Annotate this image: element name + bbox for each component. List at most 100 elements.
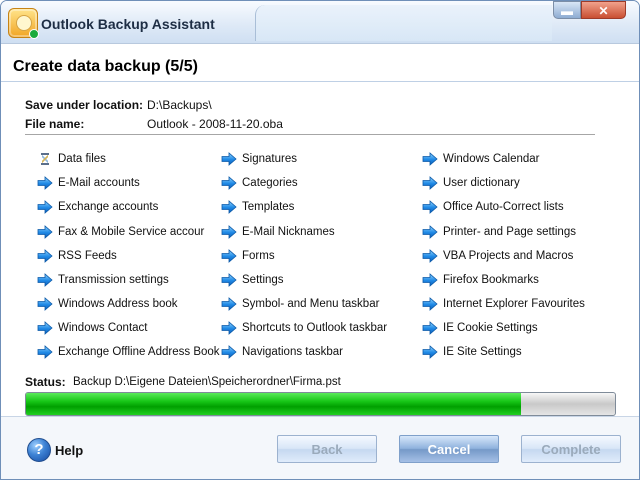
cancel-button[interactable]: Cancel — [399, 435, 499, 463]
backup-item-label: Windows Calendar — [443, 153, 540, 165]
status-label: Status: — [25, 375, 66, 389]
backup-item: IE Cookie Settings — [422, 320, 538, 336]
blue-arrow-icon — [422, 344, 438, 360]
backup-item-label: Exchange Offline Address Book — [58, 346, 220, 358]
backup-item: User dictionary — [422, 175, 520, 191]
backup-item: E-Mail accounts — [37, 175, 140, 191]
minimize-icon: ▬ — [561, 4, 573, 18]
blue-arrow-icon — [221, 272, 237, 288]
backup-item-label: Printer- and Page settings — [443, 226, 576, 238]
title-decorative-tab — [255, 5, 552, 41]
blue-arrow-icon — [422, 199, 438, 215]
backup-item: Data files — [37, 151, 106, 167]
help-button[interactable]: ? — [27, 437, 53, 463]
backup-item-label: IE Site Settings — [443, 346, 522, 358]
backup-item-label: Shortcuts to Outlook taskbar — [242, 322, 388, 334]
backup-item-label: Symbol- and Menu taskbar — [242, 298, 380, 310]
hourglass-icon — [37, 151, 53, 167]
blue-arrow-icon — [221, 248, 237, 264]
backup-item: Windows Address book — [37, 296, 178, 312]
location-value: D:\Backups\ — [147, 98, 212, 112]
blue-arrow-icon — [422, 248, 438, 264]
backup-item-label: RSS Feeds — [58, 250, 117, 262]
blue-arrow-icon — [37, 272, 53, 288]
backup-item-label: Exchange accounts — [58, 201, 159, 213]
backup-item: Templates — [221, 199, 294, 215]
backup-item: Categories — [221, 175, 298, 191]
file-name-value: Outlook - 2008-11-20.oba — [147, 117, 283, 131]
backup-item-label: Forms — [242, 250, 275, 262]
backup-assistant-window: Outlook Backup Assistant ▬ ✕ Create data… — [0, 0, 640, 480]
close-button[interactable]: ✕ — [581, 1, 626, 19]
backup-item: Internet Explorer Favourites — [422, 296, 585, 312]
blue-arrow-icon — [37, 248, 53, 264]
blue-arrow-icon — [221, 344, 237, 360]
backup-item-label: Fax & Mobile Service accour — [58, 226, 205, 238]
backup-item: Signatures — [221, 151, 297, 167]
blue-arrow-icon — [37, 320, 53, 336]
backup-item: Office Auto-Correct lists — [422, 199, 564, 215]
blue-arrow-icon — [422, 296, 438, 312]
backup-item-label: Transmission settings — [58, 274, 169, 286]
backup-progress-bar — [25, 392, 616, 416]
backup-item: VBA Projects and Macros — [422, 248, 573, 264]
backup-item-label: E-Mail accounts — [58, 177, 140, 189]
backup-item-label: Windows Contact — [58, 322, 148, 334]
backup-item: Exchange Offline Address Book — [37, 344, 220, 360]
backup-item: IE Site Settings — [422, 344, 522, 360]
backup-item: Shortcuts to Outlook taskbar — [221, 320, 387, 336]
blue-arrow-icon — [221, 224, 237, 240]
backup-item-label: User dictionary — [443, 177, 520, 189]
backup-item-label: VBA Projects and Macros — [443, 250, 574, 262]
back-button[interactable]: Back — [277, 435, 377, 463]
backup-item-label: Internet Explorer Favourites — [443, 298, 585, 310]
title-bar[interactable]: Outlook Backup Assistant ▬ ✕ — [1, 1, 639, 44]
backup-item-label: Windows Address book — [58, 298, 178, 310]
blue-arrow-icon — [221, 199, 237, 215]
backup-item-label: Templates — [242, 201, 295, 213]
backup-item-label: Office Auto-Correct lists — [443, 201, 564, 213]
backup-item-label: E-Mail Nicknames — [242, 226, 335, 238]
blue-arrow-icon — [221, 151, 237, 167]
help-label[interactable]: Help — [55, 443, 83, 458]
backup-item: Printer- and Page settings — [422, 224, 576, 240]
location-label: Save under location: — [25, 98, 144, 112]
help-icon: ? — [27, 438, 51, 462]
backup-item: Settings — [221, 272, 284, 288]
blue-arrow-icon — [37, 199, 53, 215]
file-name-label: File name: — [25, 117, 85, 131]
backup-item: Firefox Bookmarks — [422, 272, 539, 288]
backup-item: Exchange accounts — [37, 199, 158, 215]
complete-button[interactable]: Complete — [521, 435, 621, 463]
wizard-content: Create data backup (5/5) Save under loca… — [1, 44, 639, 416]
blue-arrow-icon — [422, 175, 438, 191]
backup-item-label: Firefox Bookmarks — [443, 274, 539, 286]
backup-item: Transmission settings — [37, 272, 169, 288]
status-text: Backup D:\Eigene Dateien\Speicherordner\… — [73, 376, 341, 388]
minimize-button[interactable]: ▬ — [553, 1, 581, 19]
blue-arrow-icon — [221, 320, 237, 336]
page-title: Create data backup (5/5) — [13, 58, 198, 75]
blue-arrow-icon — [221, 175, 237, 191]
blue-arrow-icon — [422, 320, 438, 336]
backup-item: RSS Feeds — [37, 248, 117, 264]
blue-arrow-icon — [37, 296, 53, 312]
blue-arrow-icon — [37, 344, 53, 360]
app-backup-icon — [8, 8, 39, 39]
backup-item-label: Categories — [242, 177, 298, 189]
blue-arrow-icon — [422, 272, 438, 288]
header-divider — [1, 81, 639, 82]
window-title: Outlook Backup Assistant — [41, 16, 215, 32]
backup-item: Forms — [221, 248, 275, 264]
blue-arrow-icon — [422, 151, 438, 167]
blue-arrow-icon — [422, 224, 438, 240]
metadata-divider — [25, 134, 595, 135]
blue-arrow-icon — [37, 224, 53, 240]
backup-item-label: Signatures — [242, 153, 297, 165]
backup-item-label: Data files — [58, 153, 106, 165]
backup-item: E-Mail Nicknames — [221, 224, 335, 240]
backup-item-label: Settings — [242, 274, 284, 286]
backup-item: Windows Calendar — [422, 151, 540, 167]
backup-item: Windows Contact — [37, 320, 147, 336]
blue-arrow-icon — [37, 175, 53, 191]
